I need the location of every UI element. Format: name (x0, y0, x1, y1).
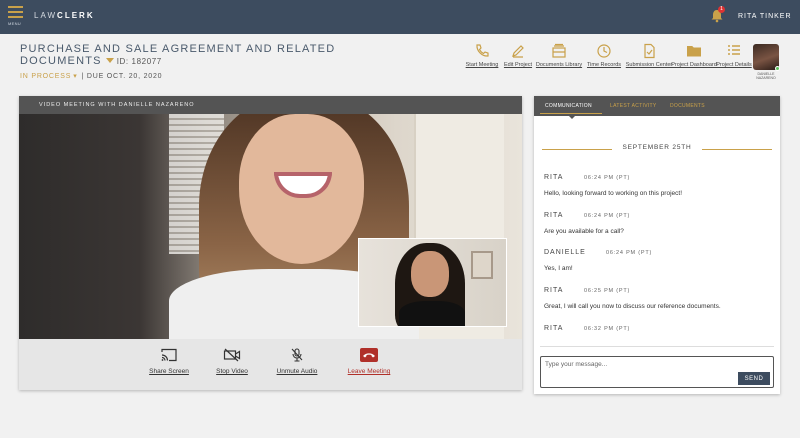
message-time: 06:24 PM (PT) (584, 213, 631, 219)
video-meeting-title: VIDEO MEETING WITH DANIELLE NAZARENO (19, 96, 522, 114)
message-text: Are you available for a call? (544, 228, 624, 235)
chat-message: RITA 06:25 PM (PT) Great, I will call you… (544, 279, 770, 310)
project-details-label: Project Details (716, 62, 752, 68)
tab-pointer (569, 116, 575, 119)
message-text: Hello, looking forward to working on thi… (544, 190, 683, 197)
project-status-line: IN PROCESS ▾ | DUE OCT. 20, 2020 (20, 72, 162, 80)
status-chevron-icon[interactable]: ▾ (73, 73, 77, 80)
time-records-label: Time Records (586, 62, 622, 68)
list-icon (728, 45, 740, 55)
message-time: 06:24 PM (PT) (606, 250, 653, 256)
hangup-icon (363, 353, 375, 358)
project-details-button[interactable]: Project Details (710, 43, 758, 69)
user-name[interactable]: RITA TINKER (738, 13, 792, 20)
stop-video-label: Stop Video (216, 368, 248, 375)
video-meeting-panel: VIDEO MEETING WITH DANIELLE NAZARENO Sha… (19, 96, 522, 390)
message-sender: RITA (544, 325, 564, 332)
online-status-dot (775, 66, 780, 71)
phone-icon (476, 44, 489, 57)
avatar-name: DANIELLE NAZARENO (756, 72, 776, 80)
project-id: ID: 182077 (116, 57, 162, 66)
chat-message: RITA 06:32 PM (PT) (544, 317, 770, 335)
documents-library-label: Documents Library (535, 62, 583, 68)
self-view-video[interactable] (358, 238, 507, 327)
message-sender: DANIELLE (544, 249, 586, 256)
message-sender: RITA (544, 287, 564, 294)
share-screen-button[interactable]: Share Screen (134, 348, 204, 375)
submission-center-button[interactable]: Submission Center (625, 43, 673, 69)
send-button[interactable]: SEND (738, 372, 770, 385)
tab-latest-activity[interactable]: LATEST ACTIVITY (610, 103, 657, 109)
folder-icon (687, 46, 701, 57)
share-screen-label: Share Screen (149, 368, 189, 375)
submission-center-label: Submission Center (625, 62, 673, 68)
divider (540, 346, 774, 347)
top-bar: MENU LAWCLERK 1 RITA TINKER (0, 0, 800, 34)
menu-button[interactable]: MENU (8, 6, 26, 28)
chat-tabs: COMMUNICATION LATEST ACTIVITY DOCUMENTS (534, 96, 780, 116)
chevron-down-icon[interactable] (105, 58, 114, 63)
menu-label: MENU (8, 21, 21, 26)
tab-communication[interactable]: COMMUNICATION (545, 103, 592, 109)
main-video-feed (19, 114, 522, 339)
message-composer: SEND (540, 356, 774, 388)
notification-badge: 1 (718, 6, 725, 13)
unmute-audio-label: Unmute Audio (276, 368, 318, 375)
bell-icon[interactable]: 1 (710, 6, 725, 23)
library-icon (552, 43, 566, 58)
cast-icon (161, 348, 177, 362)
message-sender: RITA (544, 212, 564, 219)
chat-message: RITA 06:24 PM (PT) Are you available for … (544, 204, 770, 235)
video-off-icon (223, 348, 241, 362)
message-input[interactable] (545, 361, 725, 368)
chat-message: DANIELLE 06:24 PM (PT) Yes, I am! (544, 241, 770, 272)
message-time: 06:24 PM (PT) (584, 175, 631, 181)
date-label: SEPTEMBER 25TH (622, 144, 692, 151)
meeting-controls: Share Screen Stop Video Unmute Audio Lea… (19, 339, 522, 390)
status-dropdown[interactable]: IN PROCESS (20, 73, 71, 80)
due-date: | DUE OCT. 20, 2020 (81, 73, 163, 80)
project-title-text: PURCHASE AND SALE AGREEMENT AND RELATED … (20, 43, 336, 67)
stop-video-button[interactable]: Stop Video (197, 348, 267, 375)
leave-meeting-button[interactable]: Leave Meeting (334, 348, 404, 375)
message-sender: RITA (544, 174, 564, 181)
unmute-audio-button[interactable]: Unmute Audio (262, 348, 332, 375)
submission-icon (644, 43, 655, 59)
message-time: 06:25 PM (PT) (584, 288, 631, 294)
mic-icon (291, 348, 303, 362)
date-separator: SEPTEMBER 25TH (542, 144, 772, 154)
tab-documents[interactable]: DOCUMENTS (670, 103, 705, 109)
clock-icon (597, 44, 611, 58)
chat-panel: COMMUNICATION LATEST ACTIVITY DOCUMENTS … (534, 96, 780, 394)
time-records-button[interactable]: Time Records (580, 43, 628, 69)
active-tab-indicator (540, 113, 602, 114)
chat-message: RITA 06:24 PM (PT) Hello, looking forward… (544, 166, 770, 197)
logo[interactable]: LAWCLERK (34, 11, 95, 20)
message-text: Great, I will call you now to discuss ou… (544, 303, 721, 310)
message-time: 06:32 PM (PT) (584, 326, 631, 332)
leave-meeting-label: Leave Meeting (347, 368, 391, 375)
documents-library-button[interactable]: Documents Library (535, 43, 583, 69)
pencil-icon (512, 45, 524, 58)
message-text: Yes, I am! (544, 265, 573, 272)
project-title: PURCHASE AND SALE AGREEMENT AND RELATED … (20, 43, 350, 68)
